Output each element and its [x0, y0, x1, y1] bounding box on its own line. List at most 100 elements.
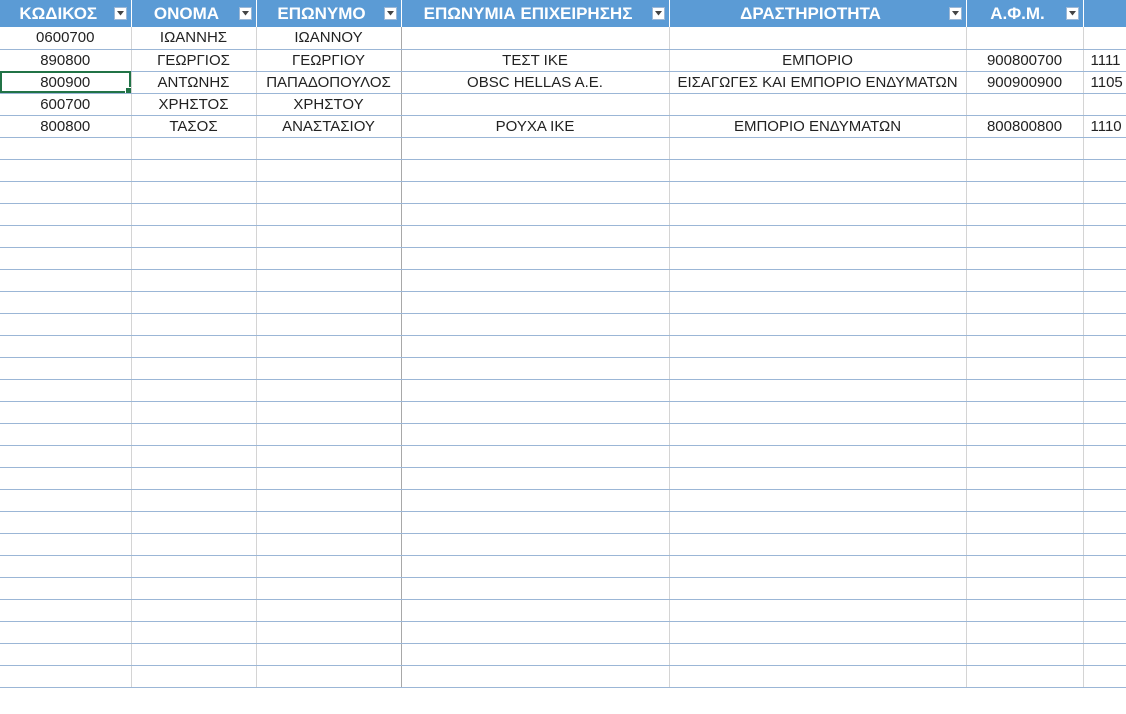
empty-cell[interactable] — [256, 621, 402, 644]
empty-cell[interactable] — [256, 291, 402, 314]
empty-cell[interactable] — [256, 555, 402, 578]
empty-cell[interactable] — [0, 137, 132, 160]
empty-cell[interactable] — [401, 379, 670, 402]
filter-dropdown-icon[interactable] — [383, 7, 397, 20]
empty-cell[interactable] — [669, 467, 967, 490]
empty-cell[interactable] — [256, 643, 402, 666]
empty-cell[interactable] — [1083, 401, 1126, 424]
empty-cell[interactable] — [131, 643, 257, 666]
empty-cell[interactable] — [1083, 247, 1126, 270]
empty-cell[interactable] — [0, 445, 132, 468]
empty-cell[interactable] — [131, 555, 257, 578]
fill-handle[interactable] — [124, 86, 130, 92]
empty-cell[interactable] — [256, 423, 402, 446]
empty-cell[interactable] — [131, 247, 257, 270]
empty-cell[interactable] — [256, 599, 402, 622]
cell-drastiriotita[interactable] — [669, 93, 967, 116]
empty-cell[interactable] — [0, 357, 132, 380]
cell-eponymia[interactable] — [401, 93, 670, 116]
empty-cell[interactable] — [401, 335, 670, 358]
empty-cell[interactable] — [1083, 555, 1126, 578]
empty-cell[interactable] — [1083, 467, 1126, 490]
empty-cell[interactable] — [966, 137, 1084, 160]
empty-cell[interactable] — [401, 137, 670, 160]
empty-cell[interactable] — [0, 511, 132, 534]
empty-cell[interactable] — [669, 401, 967, 424]
empty-cell[interactable] — [0, 577, 132, 600]
empty-cell[interactable] — [1083, 269, 1126, 292]
empty-cell[interactable] — [131, 181, 257, 204]
empty-cell[interactable] — [256, 379, 402, 402]
cell-afm[interactable]: 900800700 — [966, 49, 1084, 72]
empty-cell[interactable] — [256, 665, 402, 688]
empty-cell[interactable] — [966, 489, 1084, 512]
empty-cell[interactable] — [0, 335, 132, 358]
empty-cell[interactable] — [0, 247, 132, 270]
empty-cell[interactable] — [256, 137, 402, 160]
empty-cell[interactable] — [131, 445, 257, 468]
empty-cell[interactable] — [401, 555, 670, 578]
empty-cell[interactable] — [1083, 225, 1126, 248]
cell-eponymo[interactable]: ΙΩΑΝΝΟΥ — [256, 27, 402, 50]
cell-kodikos[interactable]: 600700 — [0, 93, 132, 116]
empty-cell[interactable] — [401, 181, 670, 204]
empty-cell[interactable] — [1083, 159, 1126, 182]
empty-cell[interactable] — [669, 335, 967, 358]
empty-cell[interactable] — [0, 621, 132, 644]
empty-cell[interactable] — [0, 423, 132, 446]
empty-cell[interactable] — [131, 335, 257, 358]
empty-cell[interactable] — [256, 247, 402, 270]
empty-cell[interactable] — [966, 533, 1084, 556]
empty-cell[interactable] — [1083, 423, 1126, 446]
empty-cell[interactable] — [966, 203, 1084, 226]
empty-cell[interactable] — [131, 401, 257, 424]
empty-cell[interactable] — [401, 225, 670, 248]
empty-cell[interactable] — [256, 467, 402, 490]
cell-onoma[interactable]: ΤΑΣΟΣ — [131, 115, 257, 138]
empty-cell[interactable] — [0, 225, 132, 248]
empty-cell[interactable] — [401, 269, 670, 292]
cell-extra[interactable]: 1105 — [1083, 71, 1126, 94]
empty-cell[interactable] — [0, 203, 132, 226]
cell-eponymo[interactable]: ΑΝΑΣΤΑΣΙΟΥ — [256, 115, 402, 138]
empty-cell[interactable] — [1083, 181, 1126, 204]
filter-dropdown-icon[interactable] — [1065, 7, 1079, 20]
empty-cell[interactable] — [966, 423, 1084, 446]
filter-dropdown-icon[interactable] — [651, 7, 665, 20]
empty-cell[interactable] — [401, 577, 670, 600]
empty-cell[interactable] — [256, 269, 402, 292]
empty-cell[interactable] — [966, 555, 1084, 578]
empty-cell[interactable] — [1083, 445, 1126, 468]
empty-cell[interactable] — [966, 577, 1084, 600]
empty-cell[interactable] — [1083, 357, 1126, 380]
empty-cell[interactable] — [401, 467, 670, 490]
empty-cell[interactable] — [131, 599, 257, 622]
empty-cell[interactable] — [401, 203, 670, 226]
empty-cell[interactable] — [256, 401, 402, 424]
empty-cell[interactable] — [401, 313, 670, 336]
empty-cell[interactable] — [669, 533, 967, 556]
empty-cell[interactable] — [0, 291, 132, 314]
cell-drastiriotita[interactable]: ΕΜΠΟΡΙΟ ΕΝΔΥΜΑΤΩΝ — [669, 115, 967, 138]
filter-dropdown-icon[interactable] — [113, 7, 127, 20]
empty-cell[interactable] — [401, 621, 670, 644]
column-header-eponymo[interactable]: ΕΠΩΝΥΜΟ — [256, 0, 402, 27]
empty-cell[interactable] — [0, 643, 132, 666]
empty-cell[interactable] — [669, 269, 967, 292]
empty-cell[interactable] — [669, 137, 967, 160]
empty-cell[interactable] — [669, 621, 967, 644]
empty-cell[interactable] — [401, 159, 670, 182]
empty-cell[interactable] — [966, 445, 1084, 468]
cell-extra[interactable] — [1083, 27, 1126, 50]
empty-cell[interactable] — [669, 577, 967, 600]
empty-cell[interactable] — [131, 313, 257, 336]
empty-cell[interactable] — [966, 269, 1084, 292]
empty-cell[interactable] — [401, 291, 670, 314]
empty-cell[interactable] — [669, 225, 967, 248]
empty-cell[interactable] — [966, 313, 1084, 336]
empty-cell[interactable] — [1083, 203, 1126, 226]
column-header-afm[interactable]: Α.Φ.Μ. — [966, 0, 1084, 27]
cell-extra[interactable]: 1111 — [1083, 49, 1126, 72]
empty-cell[interactable] — [131, 533, 257, 556]
empty-cell[interactable] — [1083, 577, 1126, 600]
